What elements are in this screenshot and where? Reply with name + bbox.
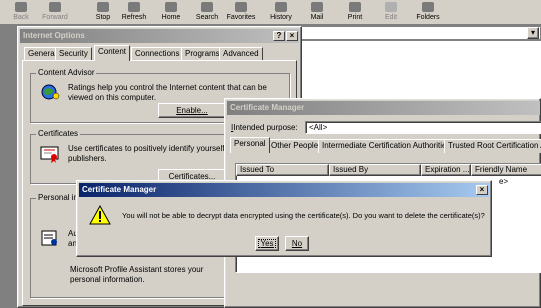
address-dropdown-button[interactable]: ▾ — [527, 27, 539, 39]
toolbar-button-mail[interactable]: Mail — [300, 0, 334, 25]
no-button[interactable]: No — [285, 236, 309, 251]
certificate-icon — [40, 145, 60, 163]
toolbar-buttons: Back Forward Stop Refresh Home Search Favorite… — [0, 0, 541, 25]
col-issued-to[interactable]: Issued To — [236, 164, 329, 176]
home-icon — [165, 2, 177, 12]
intended-purpose-label: IIntended purpose: — [231, 123, 298, 132]
cert-tab-intermediate[interactable]: Intermediate Certification Authorities — [318, 139, 455, 153]
profile-assistant-icon — [40, 229, 60, 247]
toolbar-button-label: History — [270, 14, 292, 21]
back-arrow-icon — [15, 2, 27, 12]
toolbar-button-label: Forward — [42, 14, 68, 21]
stop-icon — [97, 2, 109, 12]
confirm-close-button[interactable]: × — [476, 185, 488, 195]
profile-assistant-text: Microsoft Profile Assistant stores your … — [70, 265, 204, 284]
toolbar-button-folders[interactable]: Folders — [411, 0, 445, 25]
print-icon — [349, 2, 361, 12]
tab-security[interactable]: Security — [55, 47, 92, 61]
personal-info-label: Personal in — [36, 193, 81, 202]
toolbar-button-label: Refresh — [121, 14, 147, 21]
favorites-icon — [235, 2, 247, 12]
toolbar-button-label: Print — [347, 14, 363, 21]
tab-advanced[interactable]: Advanced — [219, 47, 263, 61]
confirm-titlebar: Certificate Manager × — [79, 183, 489, 197]
cert-tab-other-people[interactable]: Other People — [267, 139, 323, 153]
yes-button[interactable]: Yes — [255, 236, 279, 251]
folders-icon — [422, 2, 434, 12]
toolbar-button-label: Search — [195, 14, 219, 21]
toolbar-button-edit[interactable]: Edit — [374, 0, 408, 25]
browser-toolbar: Back Forward Stop Refresh Home Search Favorite… — [0, 0, 541, 25]
toolbar-button-label: Back — [13, 14, 29, 21]
toolbar-button-home[interactable]: Home — [154, 0, 188, 25]
search-icon — [201, 2, 213, 12]
certificates-label: Certificates — [36, 129, 81, 138]
cert-tab-trusted-root[interactable]: Trusted Root Certification Au — [444, 139, 541, 153]
forward-arrow-icon — [49, 2, 61, 12]
toolbar-button-back[interactable]: Back — [4, 0, 38, 25]
toolbar-button-search[interactable]: Search — [190, 0, 224, 25]
help-button[interactable]: ? — [273, 31, 285, 41]
cert-row-fragment: e> — [499, 177, 509, 186]
toolbar-button-label: Stop — [95, 14, 111, 21]
internet-options-titlebar: Internet Options ? × — [20, 29, 299, 43]
internet-options-title: Internet Options — [23, 31, 85, 40]
toolbar-button-favorites[interactable]: Favorites — [224, 0, 258, 25]
address-bar[interactable]: ▾ — [300, 26, 541, 40]
content-advisor-icon — [40, 84, 60, 100]
toolbar-button-label: Folders — [416, 14, 440, 21]
mail-icon — [311, 2, 323, 12]
tab-connections[interactable]: Connections — [131, 47, 184, 61]
toolbar-button-refresh[interactable]: Refresh — [117, 0, 151, 25]
toolbar-button-stop[interactable]: Stop — [86, 0, 120, 25]
yes-button-label: Yes — [260, 239, 274, 248]
tab-content[interactable]: Content — [94, 45, 131, 61]
content-advisor-label: Content Advisor — [36, 68, 97, 77]
intended-purpose-value: <All> — [309, 123, 328, 132]
cert-tab-personal[interactable]: Personal — [230, 137, 270, 153]
toolbar-button-label: Mail — [310, 14, 324, 21]
toolbar-button-label: Edit — [384, 14, 398, 21]
refresh-icon — [128, 2, 140, 12]
enable-button-label: Enable... — [176, 106, 208, 115]
history-icon — [275, 2, 287, 12]
no-button-label: No — [291, 239, 303, 248]
col-friendly-name[interactable]: Friendly Name — [471, 164, 541, 176]
toolbar-button-label: Favorites — [226, 14, 256, 21]
col-issued-by[interactable]: Issued By — [329, 164, 421, 176]
toolbar-button-print[interactable]: Print — [338, 0, 372, 25]
close-button[interactable]: × — [286, 31, 298, 41]
toolbar-button-label: Home — [161, 14, 181, 21]
confirm-message: You will not be able to decrypt data enc… — [122, 211, 485, 220]
tab-programs[interactable]: Programs — [181, 47, 224, 61]
edit-icon — [385, 2, 397, 12]
confirm-delete-dialog: Certificate Manager × You will not be ab… — [76, 180, 492, 257]
col-expiration[interactable]: Expiration ... — [421, 164, 471, 176]
enable-button[interactable]: Enable... — [158, 103, 226, 118]
certificate-manager-title: Certificate Manager — [230, 103, 305, 112]
confirm-title: Certificate Manager — [82, 185, 157, 194]
toolbar-button-forward[interactable]: Forward — [38, 0, 72, 25]
cert-list-header: Issued To Issued By Expiration ... Frien… — [236, 164, 541, 176]
toolbar-button-history[interactable]: History — [264, 0, 298, 25]
warning-icon — [89, 204, 111, 225]
intended-purpose-select[interactable]: <All> — [305, 121, 541, 134]
certificate-manager-titlebar: Certificate Manager — [227, 101, 540, 115]
